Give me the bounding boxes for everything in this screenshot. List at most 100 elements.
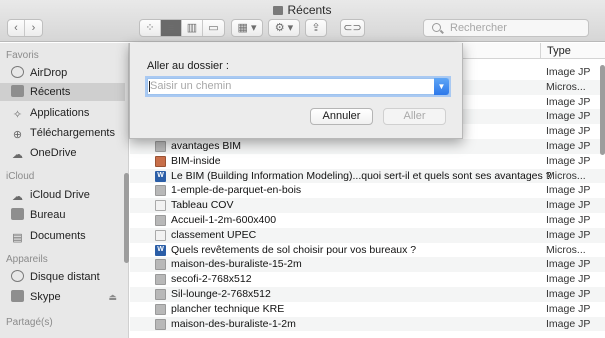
cover-flow-button[interactable]: ▭ bbox=[203, 20, 224, 36]
sidebar-item-telechargements[interactable]: ⊕ Téléchargements bbox=[11, 124, 123, 142]
file-row[interactable]: W Le BIM (Building Information Modeling).… bbox=[130, 168, 605, 184]
group-button[interactable]: ▦ ▾ bbox=[231, 19, 263, 37]
eject-icon[interactable]: ⏏ bbox=[108, 288, 117, 306]
file-row[interactable]: W Quels revêtements de sol choisir pour v… bbox=[130, 243, 605, 258]
sidebar-item-applications[interactable]: ✧ Applications bbox=[11, 104, 123, 122]
sidebar-item-documents[interactable]: ▤ Documents bbox=[11, 227, 123, 245]
forward-button[interactable]: › bbox=[25, 20, 42, 36]
sidebar-item-label: Récents bbox=[30, 86, 71, 98]
cancel-button[interactable]: Annuler bbox=[310, 108, 373, 125]
sidebar-item-onedrive[interactable]: ☁ OneDrive bbox=[11, 144, 123, 162]
go-button[interactable]: Aller bbox=[383, 108, 446, 125]
nav-buttons: ‹ › bbox=[7, 19, 43, 37]
file-row[interactable]: avantages BIM Image JP bbox=[130, 139, 605, 154]
file-name: 1-emple-de-parquet-en-bois bbox=[171, 184, 302, 197]
documents-icon: ▤ bbox=[12, 232, 23, 244]
go-to-folder-dialog: Aller au dossier : Saisir un chemin ▼ An… bbox=[129, 43, 463, 139]
search-placeholder: Rechercher bbox=[450, 22, 507, 34]
sidebar-item-skype[interactable]: Skype ⏏ bbox=[11, 288, 123, 306]
column-header-type[interactable]: Type bbox=[540, 43, 605, 59]
path-input-placeholder: Saisir un chemin bbox=[150, 80, 232, 92]
folder-icon bbox=[273, 6, 284, 15]
sidebar-scrollbar[interactable] bbox=[124, 173, 129, 263]
sidebar-item-icloud-drive[interactable]: ☁ iCloud Drive bbox=[11, 186, 123, 204]
path-input[interactable]: Saisir un chemin ▼ bbox=[147, 78, 449, 95]
file-type: Image JP bbox=[546, 199, 591, 212]
file-name: maison-des-buraliste-1-2m bbox=[171, 317, 296, 330]
file-row[interactable]: secofi-2-768x512 Image JP bbox=[130, 272, 605, 287]
finder-window: Récents ‹ › ⁘ ≡ ▥ ▭ ▦ ▾ ⚙ ▾ ⇪ ⊂⊃ Recherc… bbox=[0, 0, 605, 338]
column-view-icon: ▥ bbox=[186, 22, 198, 34]
action-button[interactable]: ⚙ ▾ bbox=[268, 19, 300, 37]
group-grid-icon: ▦ ▾ bbox=[237, 22, 257, 34]
sidebar-item-bureau[interactable]: Bureau bbox=[11, 206, 123, 224]
file-type: Image JP bbox=[546, 258, 591, 271]
icon-view-button[interactable]: ⁘ bbox=[140, 20, 161, 36]
sidebar-item-recents[interactable]: Récents bbox=[0, 83, 125, 101]
sidebar-item-label: Bureau bbox=[30, 209, 66, 221]
sidebar-item-label: OneDrive bbox=[30, 147, 77, 159]
gear-icon: ⚙ ▾ bbox=[274, 22, 294, 34]
file-type: Image JP bbox=[546, 140, 591, 152]
chevron-down-icon: ▼ bbox=[437, 82, 446, 91]
sidebar-item-disque-distant[interactable]: Disque distant bbox=[11, 268, 123, 286]
file-type: Image JP bbox=[546, 288, 591, 300]
icloud-icon: ☁ bbox=[12, 191, 23, 203]
file-name: Quels revêtements de sol choisir pour vo… bbox=[171, 243, 417, 256]
sidebar-item-label: iCloud Drive bbox=[30, 189, 90, 201]
file-type: Image JP bbox=[546, 214, 591, 226]
image-file-icon bbox=[155, 141, 166, 152]
search-field[interactable]: Rechercher bbox=[423, 19, 589, 37]
image-file-icon bbox=[155, 215, 166, 226]
sidebar-item-label: Documents bbox=[30, 230, 86, 242]
sidebar-item-label: Disque distant bbox=[30, 271, 100, 283]
list-view-icon: ≡ bbox=[167, 22, 175, 34]
image-file-icon bbox=[155, 229, 166, 241]
file-name: classement UPEC bbox=[171, 228, 257, 241]
file-row[interactable]: Sil-lounge-2-768x512 Image JP bbox=[130, 287, 605, 302]
sidebar-section-appareils: Appareils bbox=[6, 254, 48, 265]
file-row[interactable]: maison-des-buraliste-15-2m Image JP bbox=[130, 257, 605, 273]
sidebar-item-label: Applications bbox=[30, 107, 90, 119]
list-view-button[interactable]: ≡ bbox=[161, 20, 182, 36]
view-switcher: ⁘ ≡ ▥ ▭ bbox=[139, 19, 225, 37]
airdrop-icon bbox=[11, 66, 24, 78]
tag-icon: ⊂⊃ bbox=[343, 22, 362, 34]
file-type: Image JP bbox=[546, 228, 591, 241]
sidebar-item-airdrop[interactable]: AirDrop bbox=[11, 64, 123, 82]
icon-view-icon: ⁘ bbox=[145, 22, 155, 34]
file-row[interactable]: Tableau COV Image JP bbox=[130, 198, 605, 213]
dialog-title: Aller au dossier : bbox=[147, 60, 229, 72]
file-row[interactable]: classement UPEC Image JP bbox=[130, 227, 605, 243]
file-row[interactable]: BIM-inside Image JP bbox=[130, 154, 605, 169]
share-button[interactable]: ⇪ bbox=[305, 19, 327, 37]
path-dropdown-button[interactable]: ▼ bbox=[434, 78, 449, 95]
file-type: Image JP bbox=[546, 273, 591, 286]
image-file-icon bbox=[155, 259, 166, 271]
tag-button[interactable]: ⊂⊃ bbox=[340, 19, 365, 37]
image-file-icon bbox=[155, 155, 166, 167]
file-name: Sil-lounge-2-768x512 bbox=[171, 288, 271, 300]
word-document-icon: W bbox=[155, 170, 166, 182]
file-type: Image JP bbox=[546, 66, 591, 78]
file-name: plancher technique KRE bbox=[171, 302, 285, 315]
share-icon: ⇪ bbox=[311, 22, 321, 34]
file-row[interactable]: plancher technique KRE Image JP bbox=[130, 302, 605, 317]
file-type: Micros... bbox=[546, 169, 586, 182]
sidebar-item-label: Skype bbox=[30, 291, 61, 303]
back-button[interactable]: ‹ bbox=[8, 20, 25, 36]
list-scrollbar[interactable] bbox=[600, 65, 605, 155]
window-title-label: Récents bbox=[287, 3, 332, 17]
chevron-right-icon: › bbox=[31, 22, 36, 34]
file-name: BIM-inside bbox=[171, 154, 221, 167]
word-document-icon: W bbox=[155, 244, 166, 256]
file-name: Le BIM (Building Information Modeling)..… bbox=[171, 169, 552, 182]
file-row[interactable]: Accueil-1-2m-600x400 Image JP bbox=[130, 213, 605, 228]
file-row[interactable]: maison-des-buraliste-1-2m Image JP bbox=[130, 316, 605, 332]
column-view-button[interactable]: ▥ bbox=[182, 20, 203, 36]
recents-icon bbox=[11, 85, 24, 97]
sidebar-section-partages: Partagé(s) bbox=[6, 317, 53, 328]
file-name: Accueil-1-2m-600x400 bbox=[171, 214, 277, 226]
file-row[interactable]: 1-emple-de-parquet-en-bois Image JP bbox=[130, 183, 605, 198]
image-file-icon bbox=[155, 318, 166, 330]
